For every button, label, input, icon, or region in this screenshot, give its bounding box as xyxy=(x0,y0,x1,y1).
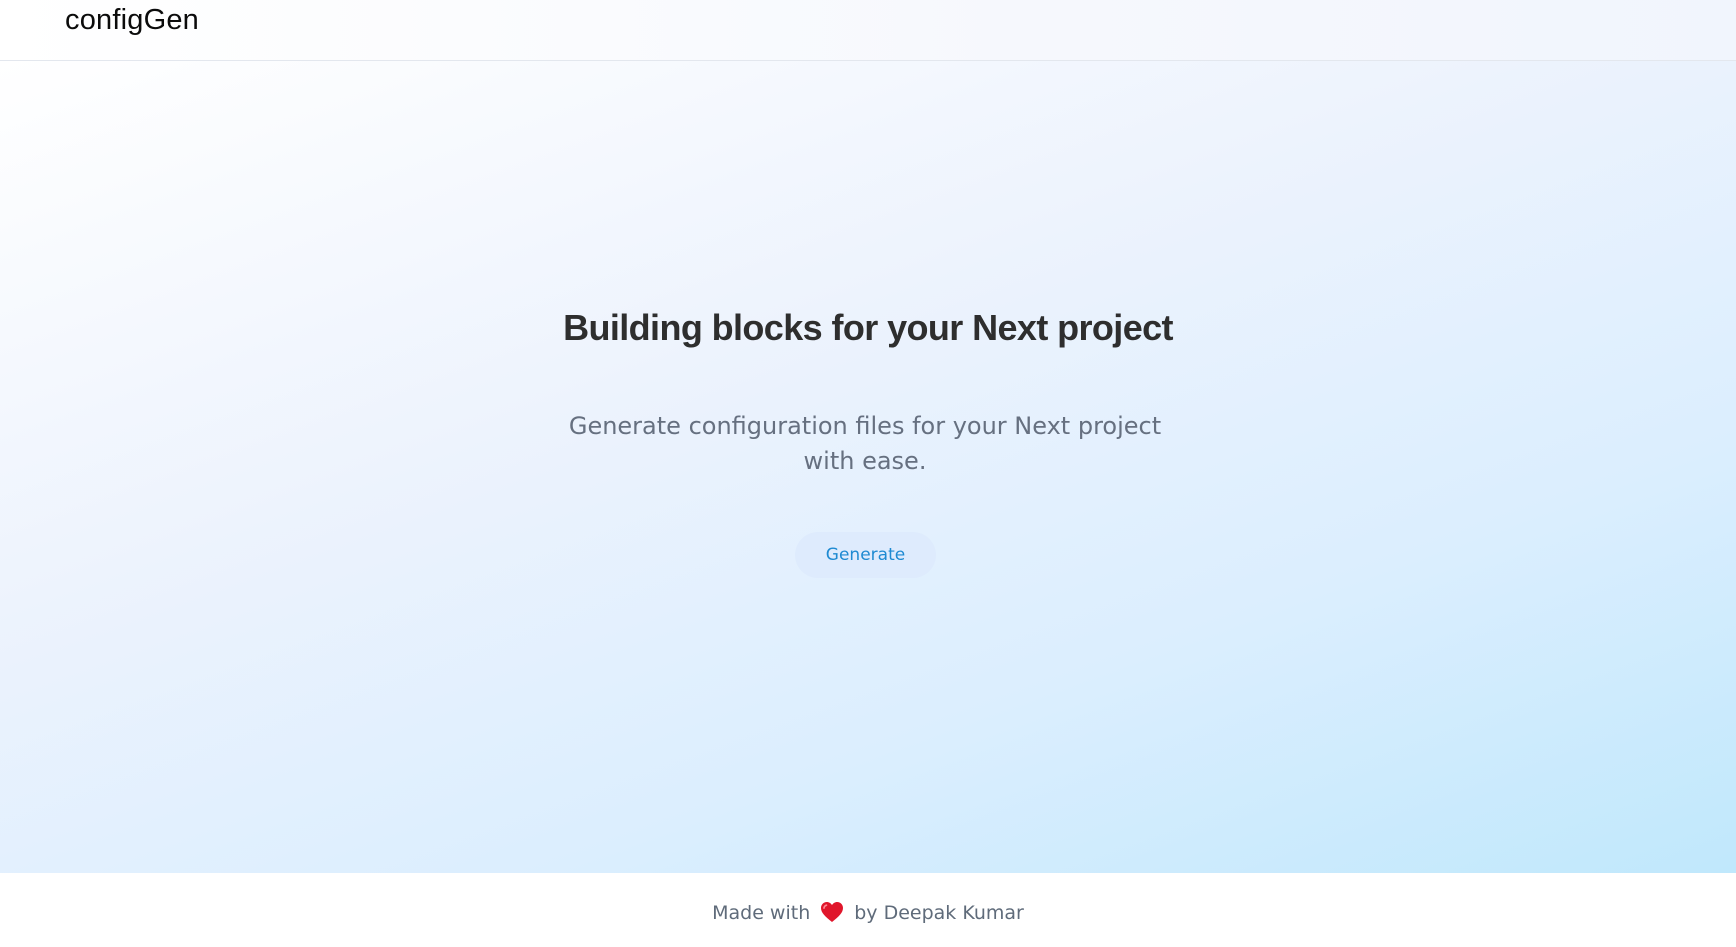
heart-icon xyxy=(821,902,844,922)
footer: Made with by Deepak Kumar xyxy=(0,873,1736,947)
hero-section: Building blocks for your Next project Ge… xyxy=(0,61,1736,873)
hero-title: Building blocks for your Next project xyxy=(563,307,1173,348)
footer-author-text: by Deepak Kumar xyxy=(854,902,1024,924)
footer-credit: Made with by Deepak Kumar xyxy=(0,901,1736,924)
footer-prefix-text: Made with xyxy=(712,902,811,924)
generate-button[interactable]: Generate xyxy=(795,532,936,578)
hero-subtitle: Generate configuration files for your Ne… xyxy=(568,412,1162,475)
page: configGen Building blocks for your Next … xyxy=(0,0,1736,947)
brand-logo-link[interactable]: configGen xyxy=(65,4,199,37)
top-navbar: configGen xyxy=(0,0,1736,61)
